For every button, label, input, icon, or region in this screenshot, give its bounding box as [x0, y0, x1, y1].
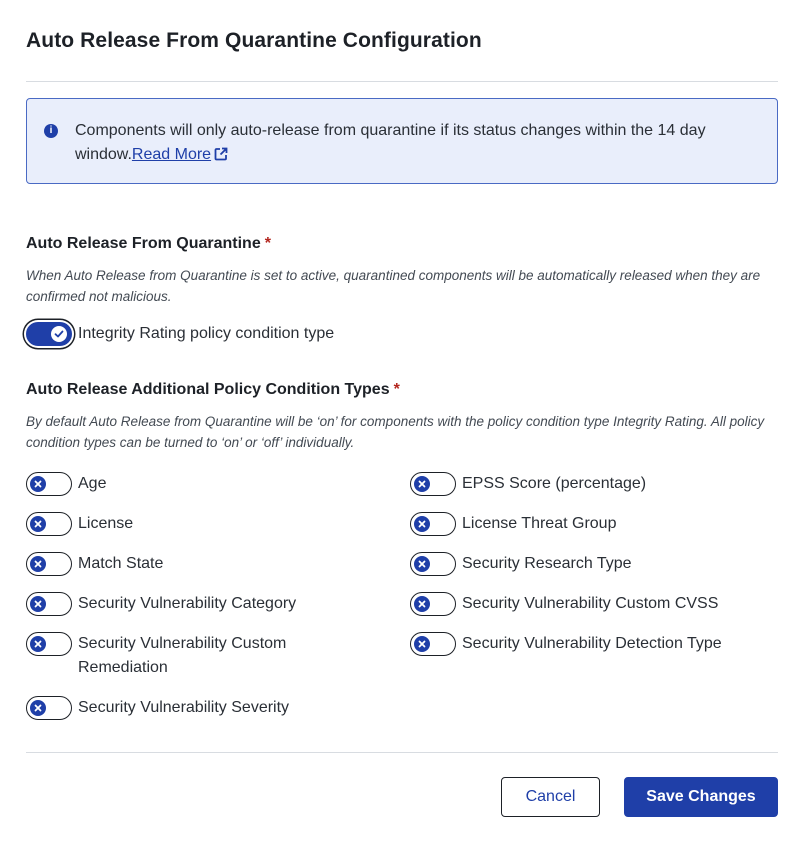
additional-conditions-label: Auto Release Additional Policy Condition…: [26, 381, 400, 398]
toggle-security-vulnerability-severity[interactable]: [26, 696, 72, 720]
toggle-license[interactable]: [26, 512, 72, 536]
x-icon: [30, 636, 46, 652]
save-changes-button[interactable]: Save Changes: [624, 777, 778, 817]
x-icon: [30, 700, 46, 716]
toggle-security-vulnerability-severity-label: Security Vulnerability Severity: [78, 699, 290, 716]
auto-release-config-dialog: Auto Release From Quarantine Configurati…: [0, 0, 802, 841]
toggle-match-state-label: Match State: [78, 555, 164, 572]
toggle-age[interactable]: [26, 472, 72, 496]
additional-conditions-description: By default Auto Release from Quarantine …: [26, 414, 765, 450]
x-icon: [30, 516, 46, 532]
toggle-security-vulnerability-custom-remediation-label: Security Vulnerability Custom Remediatio…: [78, 635, 287, 676]
x-icon: [30, 556, 46, 572]
toggle-security-vulnerability-detection-type[interactable]: [410, 632, 456, 656]
toggle-match-state[interactable]: [26, 552, 72, 576]
alert-message: Components will only auto-release from q…: [75, 119, 765, 169]
cancel-button[interactable]: Cancel: [501, 777, 600, 817]
toggle-security-vulnerability-custom-remediation[interactable]: [26, 632, 72, 656]
x-icon: [414, 636, 430, 652]
x-icon: [414, 596, 430, 612]
read-more-link[interactable]: Read More: [132, 146, 228, 163]
toggle-security-research-type[interactable]: [410, 552, 456, 576]
toggle-epss-score-label: EPSS Score (percentage): [462, 475, 647, 492]
toggle-license-threat-group-label: License Threat Group: [462, 515, 617, 532]
required-mark: *: [264, 235, 271, 252]
info-icon: i: [44, 124, 58, 138]
x-icon: [30, 596, 46, 612]
toggle-security-vulnerability-custom-cvss-label: Security Vulnerability Custom CVSS: [462, 595, 719, 612]
integrity-rating-label: Integrity Rating policy condition type: [78, 325, 335, 342]
toggle-security-vulnerability-category[interactable]: [26, 592, 72, 616]
toggle-license-label: License: [78, 515, 134, 532]
toggle-security-vulnerability-custom-cvss[interactable]: [410, 592, 456, 616]
auto-release-label: Auto Release From Quarantine *: [26, 235, 271, 252]
auto-release-description: When Auto Release from Quarantine is set…: [26, 268, 761, 304]
x-icon: [414, 476, 430, 492]
header-divider: [26, 81, 778, 82]
external-link-icon: [214, 145, 228, 169]
toggle-epss-score[interactable]: [410, 472, 456, 496]
dialog-title: Auto Release From Quarantine Configurati…: [26, 29, 482, 52]
toggle-age-label: Age: [78, 475, 107, 492]
toggle-security-vulnerability-category-label: Security Vulnerability Category: [78, 595, 297, 612]
toggle-security-research-type-label: Security Research Type: [462, 555, 632, 572]
toggle-security-vulnerability-detection-type-label: Security Vulnerability Detection Type: [462, 635, 722, 652]
footer-divider: [26, 752, 778, 753]
required-mark: *: [393, 381, 400, 398]
x-icon: [414, 556, 430, 572]
info-alert: i Components will only auto-release from…: [26, 98, 778, 184]
check-icon: [51, 326, 67, 342]
x-icon: [30, 476, 46, 492]
x-icon: [414, 516, 430, 532]
integrity-rating-toggle[interactable]: [26, 322, 72, 346]
toggle-license-threat-group[interactable]: [410, 512, 456, 536]
